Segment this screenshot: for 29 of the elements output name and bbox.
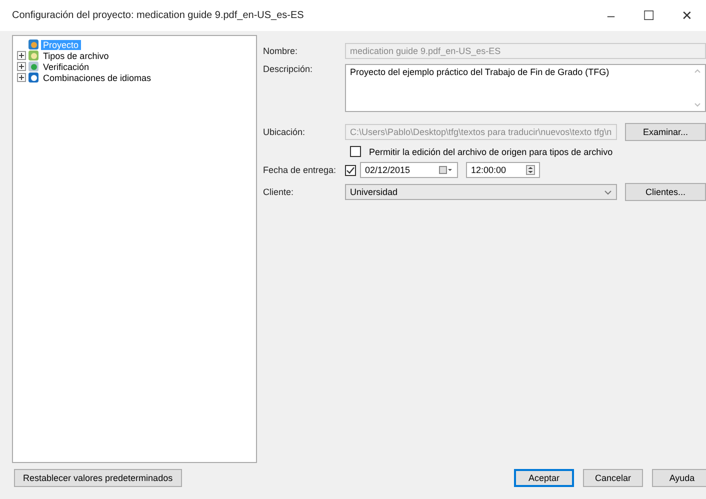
- tree-item[interactable]: Verificación: [41, 62, 92, 72]
- field-label: Fecha de entrega:: [263, 165, 337, 175]
- minimize-button[interactable]: –: [592, 8, 630, 23]
- tree-item[interactable]: Tipos de archivo: [41, 50, 111, 60]
- reset-button[interactable]: Restablecer valores predeterminados: [14, 469, 182, 487]
- dialog-button[interactable]: Cancelar: [583, 469, 643, 487]
- expand-icon[interactable]: [17, 62, 26, 71]
- checkbox[interactable]: [345, 164, 356, 176]
- expand-icon[interactable]: [17, 51, 26, 60]
- field-label: Nombre:: [263, 46, 299, 56]
- window-title: Configuración del proyecto: medication guide 9.pdf_en-US_es-ES: [12, 10, 305, 21]
- close-button[interactable]: ✕: [668, 8, 706, 23]
- maximize-button[interactable]: ☐: [630, 8, 668, 23]
- client-dropdown[interactable]: Universidad: [345, 184, 617, 200]
- field-label: Descripción:: [263, 64, 314, 74]
- expand-icon[interactable]: [17, 73, 26, 82]
- spinner-icon[interactable]: [526, 165, 535, 175]
- time-field[interactable]: 12:00:00: [466, 162, 540, 178]
- dialog-button[interactable]: Aceptar: [514, 469, 574, 487]
- dialog-button[interactable]: Ayuda: [652, 469, 706, 487]
- field-label: Ubicación:: [263, 127, 306, 137]
- clients-button[interactable]: Clientes...: [625, 183, 706, 201]
- date-field[interactable]: 02/12/2015: [360, 162, 458, 178]
- calendar-icon[interactable]: [439, 166, 453, 174]
- chevron-down-icon[interactable]: [604, 190, 612, 194]
- tree-item[interactable]: Combinaciones de idiomas: [41, 72, 154, 82]
- checkbox[interactable]: [350, 146, 361, 157]
- field-label: Cliente:: [263, 187, 295, 197]
- checkbox-label: Permitir la edición del archivo de origen para tipos de archivo: [369, 146, 613, 156]
